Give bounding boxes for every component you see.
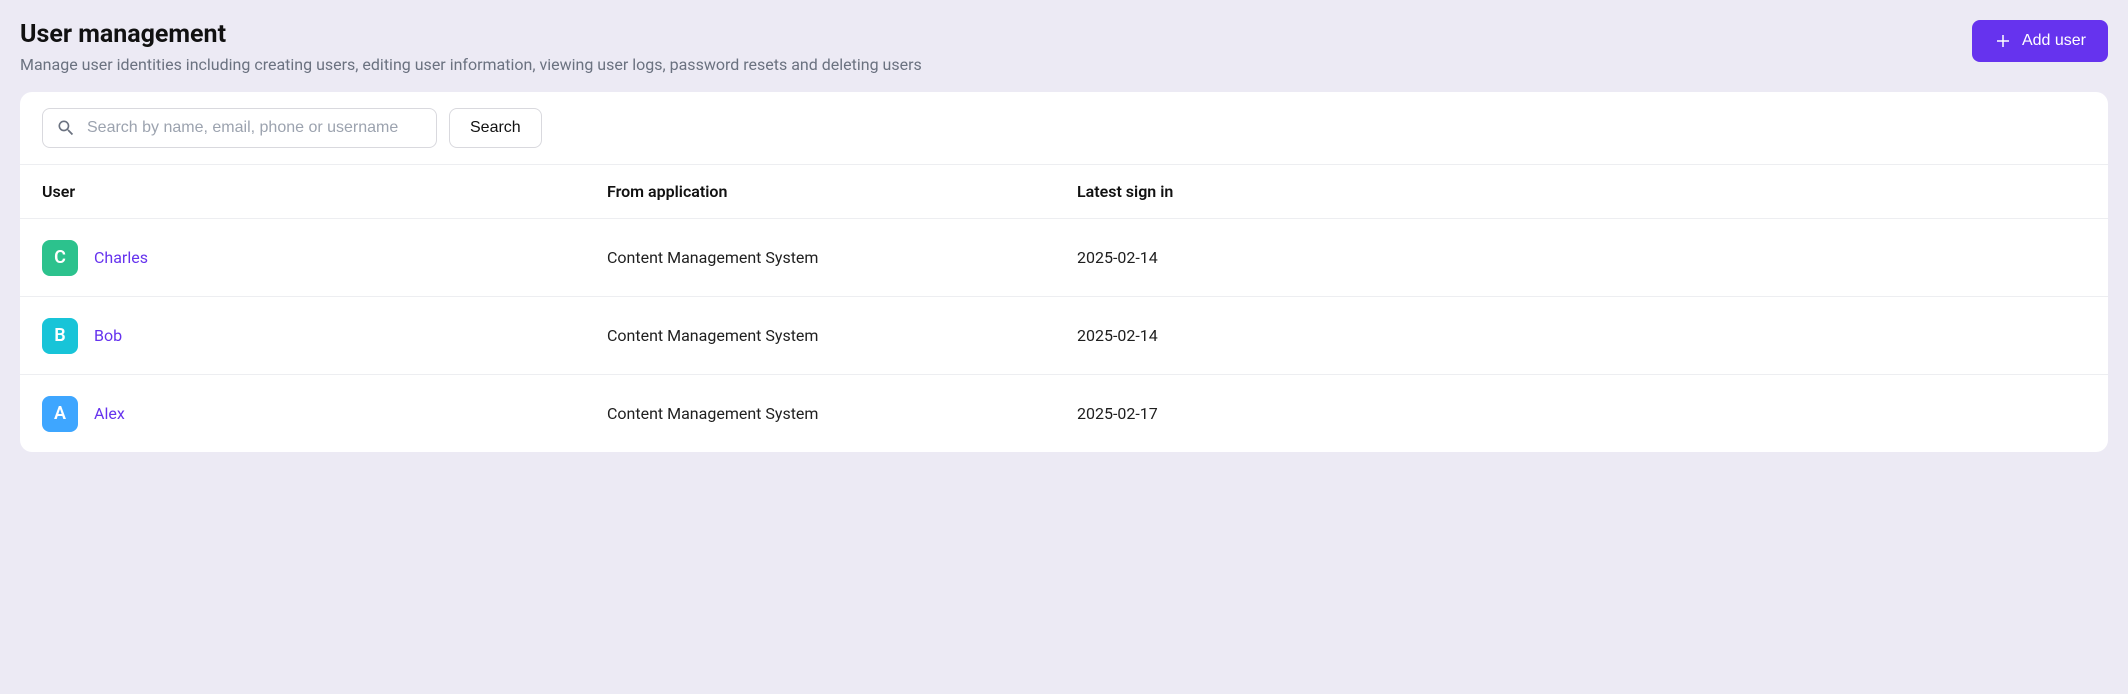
add-user-label: Add user xyxy=(2022,32,2086,50)
col-header-date: Latest sign in xyxy=(1077,182,2086,201)
user-link[interactable]: Bob xyxy=(94,326,122,345)
title-block: User management Manage user identities i… xyxy=(20,20,922,74)
avatar: C xyxy=(42,240,78,276)
add-user-button[interactable]: Add user xyxy=(1972,20,2108,62)
users-table: User From application Latest sign in C Ch… xyxy=(20,164,2108,452)
table-row[interactable]: A Alex Content Management System2025-02-17 xyxy=(20,374,2108,452)
col-header-user: User xyxy=(42,182,607,201)
cell-application: Content Management System xyxy=(607,248,1077,267)
table-header: User From application Latest sign in xyxy=(20,164,2108,218)
table-row[interactable]: C Charles Content Management System2025-02… xyxy=(20,218,2108,296)
page-subtitle: Manage user identities including creatin… xyxy=(20,55,922,74)
cell-user: C Charles xyxy=(42,240,607,276)
cell-last-sign-in: 2025-02-17 xyxy=(1077,404,2086,423)
avatar: A xyxy=(42,396,78,432)
cell-application: Content Management System xyxy=(607,326,1077,345)
cell-last-sign-in: 2025-02-14 xyxy=(1077,326,2086,345)
cell-application: Content Management System xyxy=(607,404,1077,423)
user-link[interactable]: Alex xyxy=(94,404,125,423)
plus-icon xyxy=(1994,32,2012,50)
page-title: User management xyxy=(20,20,922,49)
search-input[interactable] xyxy=(42,108,437,148)
user-link[interactable]: Charles xyxy=(94,248,148,267)
cell-user: B Bob xyxy=(42,318,607,354)
search-row: Search xyxy=(20,92,2108,164)
search-button[interactable]: Search xyxy=(449,108,542,148)
avatar: B xyxy=(42,318,78,354)
cell-user: A Alex xyxy=(42,396,607,432)
col-header-app: From application xyxy=(607,182,1077,201)
cell-last-sign-in: 2025-02-14 xyxy=(1077,248,2086,267)
search-icon xyxy=(56,118,76,138)
users-card: Search User From application Latest sign… xyxy=(20,92,2108,452)
search-wrapper xyxy=(42,108,437,148)
table-row[interactable]: B Bob Content Management System2025-02-14 xyxy=(20,296,2108,374)
page-header: User management Manage user identities i… xyxy=(20,20,2108,74)
